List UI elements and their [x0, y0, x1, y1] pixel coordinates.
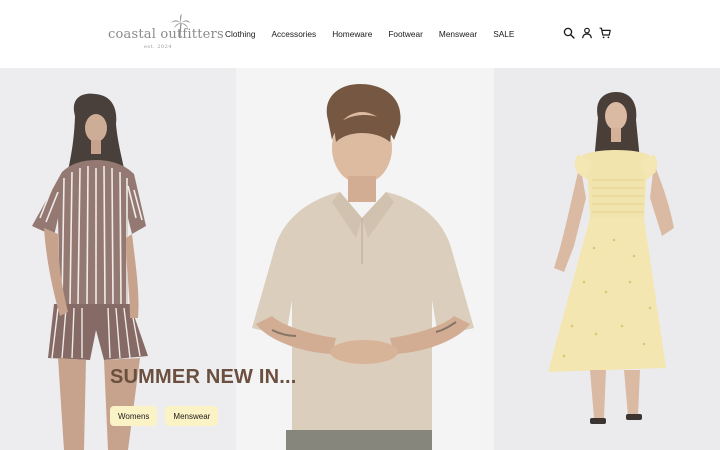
hero-image-menswear-polo[interactable]	[236, 68, 494, 450]
hero-image-womens-striped-set[interactable]	[0, 68, 236, 450]
header-actions	[563, 27, 611, 39]
logo-text: coastal outfitters	[108, 27, 224, 42]
cart-icon[interactable]	[599, 27, 611, 39]
nav-item-clothing[interactable]: Clothing	[225, 29, 255, 39]
search-icon[interactable]	[563, 27, 575, 39]
hero-title: SUMMER NEW IN...	[110, 366, 297, 388]
nav-item-sale[interactable]: SALE	[493, 29, 514, 39]
hero-banner[interactable]: SUMMER NEW IN... Womens Menswear	[0, 68, 720, 450]
user-icon[interactable]	[581, 27, 593, 39]
site-header: coastal outfitters est. 2024 Clothing Ac…	[0, 0, 720, 68]
hero-image-floral-dress[interactable]	[494, 68, 720, 450]
brand-logo[interactable]: coastal outfitters est. 2024	[108, 14, 224, 54]
menswear-button[interactable]: Menswear	[165, 406, 219, 426]
womens-button[interactable]: Womens	[110, 406, 158, 426]
nav-item-menswear[interactable]: Menswear	[439, 29, 477, 39]
hero-cta-group: Womens Menswear	[110, 406, 219, 426]
logo-tagline: est. 2024	[144, 44, 172, 50]
nav-item-footwear[interactable]: Footwear	[388, 29, 423, 39]
nav-item-accessories[interactable]: Accessories	[271, 29, 316, 39]
main-nav: Clothing Accessories Homeware Footwear M…	[225, 29, 514, 39]
nav-item-homeware[interactable]: Homeware	[332, 29, 372, 39]
